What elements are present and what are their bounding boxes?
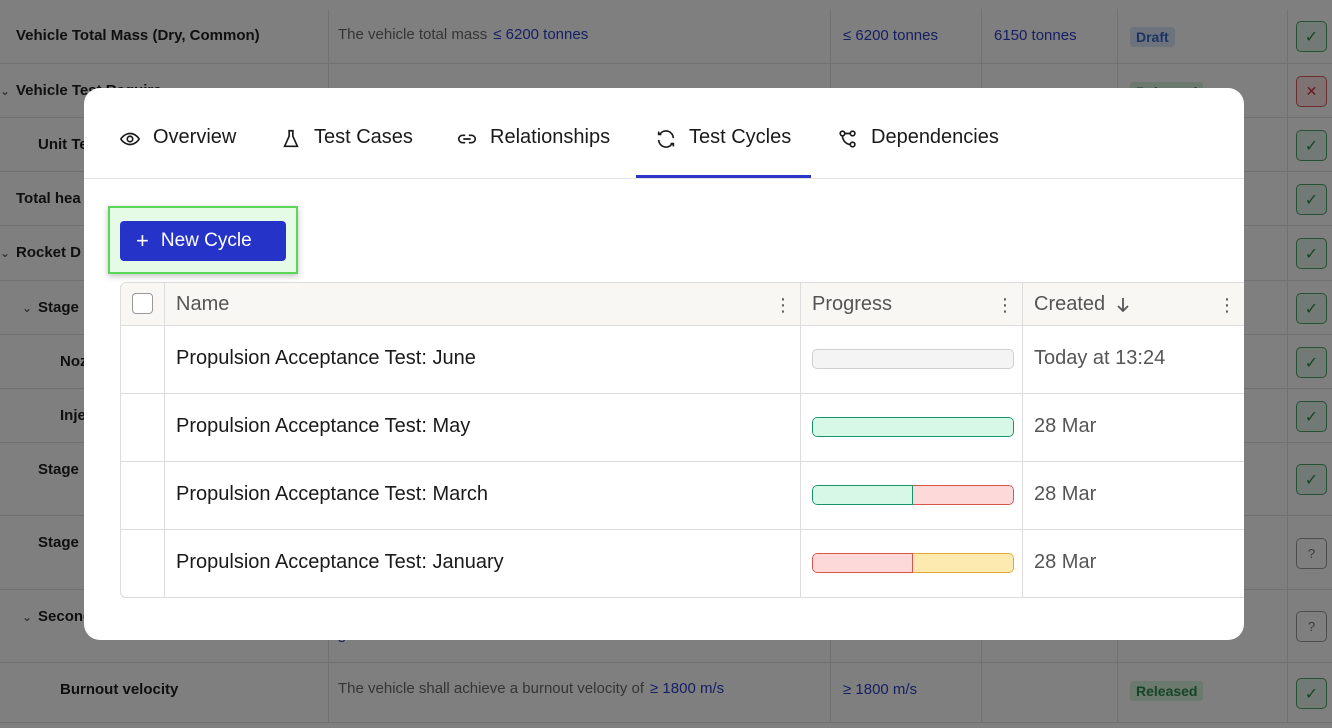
link-icon <box>457 134 477 144</box>
dependencies-icon <box>839 130 856 148</box>
arrow-down-icon <box>1117 297 1129 312</box>
select-all-checkbox[interactable] <box>132 293 153 314</box>
tab-test-cycles[interactable]: Test Cycles <box>635 126 812 179</box>
progress-segment-blocked <box>913 553 1014 573</box>
progress-segment-passed <box>812 417 1014 437</box>
table-header: Name ⋮ Progress ⋮ Created ⋮ <box>121 283 1244 326</box>
requirement-detail-modal: Overview Test Cases Relationships Test C… <box>84 88 1244 640</box>
tab-label: Overview <box>153 126 237 148</box>
eye-icon <box>119 132 141 146</box>
column-menu-icon[interactable]: ⋮ <box>774 295 792 315</box>
column-divider <box>165 283 801 325</box>
column-header-name[interactable]: Name <box>176 283 229 326</box>
new-cycle-highlight: + New Cycle <box>108 206 298 274</box>
flask-icon <box>283 129 299 148</box>
created-date: 28 Mar <box>1034 483 1097 505</box>
tab-test-cases[interactable]: Test Cases <box>280 126 413 179</box>
tab-label: Dependencies <box>871 126 999 148</box>
tab-label: Test Cycles <box>689 126 792 148</box>
tab-label: Test Cases <box>314 126 413 148</box>
cycle-name[interactable]: Propulsion Acceptance Test: May <box>176 415 470 438</box>
new-cycle-label: New Cycle <box>160 230 252 251</box>
column-header-label: Created <box>1034 293 1106 315</box>
column-header-label: Name <box>176 293 230 315</box>
progress-bar <box>812 553 1014 573</box>
plus-icon: + <box>136 228 149 253</box>
cycle-name[interactable]: Propulsion Acceptance Test: June <box>176 347 476 370</box>
test-cycles-table: Name ⋮ Progress ⋮ Created ⋮ Propulsion A… <box>120 282 1244 598</box>
table-row[interactable]: Propulsion Acceptance Test: June Today at… <box>121 326 1244 394</box>
tab-bar: Overview Test Cases Relationships Test C… <box>84 88 1244 179</box>
progress-segment-failed <box>812 553 913 573</box>
column-menu-icon[interactable]: ⋮ <box>996 295 1014 315</box>
table-body: Propulsion Acceptance Test: June Today at… <box>121 326 1244 597</box>
created-date: Today at 13:24 <box>1034 347 1166 369</box>
table-row[interactable]: Propulsion Acceptance Test: March 28 Mar <box>121 462 1244 530</box>
progress-bar <box>812 349 1014 369</box>
tab-label: Relationships <box>490 126 611 148</box>
table-row[interactable]: Propulsion Acceptance Test: May 28 Mar <box>121 394 1244 462</box>
column-header-progress[interactable]: Progress <box>812 283 892 326</box>
progress-segment-passed <box>812 485 913 505</box>
cycle-name[interactable]: Propulsion Acceptance Test: January <box>176 551 504 574</box>
new-cycle-button[interactable]: + New Cycle <box>120 221 286 261</box>
column-header-created[interactable]: Created <box>1034 283 1131 326</box>
tab-dependencies[interactable]: Dependencies <box>837 126 999 179</box>
table-row[interactable]: Propulsion Acceptance Test: January 28 Ma… <box>121 530 1244 597</box>
cycle-name[interactable]: Propulsion Acceptance Test: March <box>176 483 488 506</box>
column-header-label: Progress <box>812 293 893 315</box>
progress-segment-failed <box>913 485 1014 505</box>
progress-bar <box>812 417 1014 437</box>
column-menu-icon[interactable]: ⋮ <box>1218 295 1236 315</box>
tab-overview[interactable]: Overview <box>119 126 236 179</box>
created-date: 28 Mar <box>1034 551 1097 573</box>
progress-bar <box>812 485 1014 505</box>
refresh-icon <box>657 130 675 148</box>
tab-relationships[interactable]: Relationships <box>456 126 610 179</box>
created-date: 28 Mar <box>1034 415 1097 437</box>
